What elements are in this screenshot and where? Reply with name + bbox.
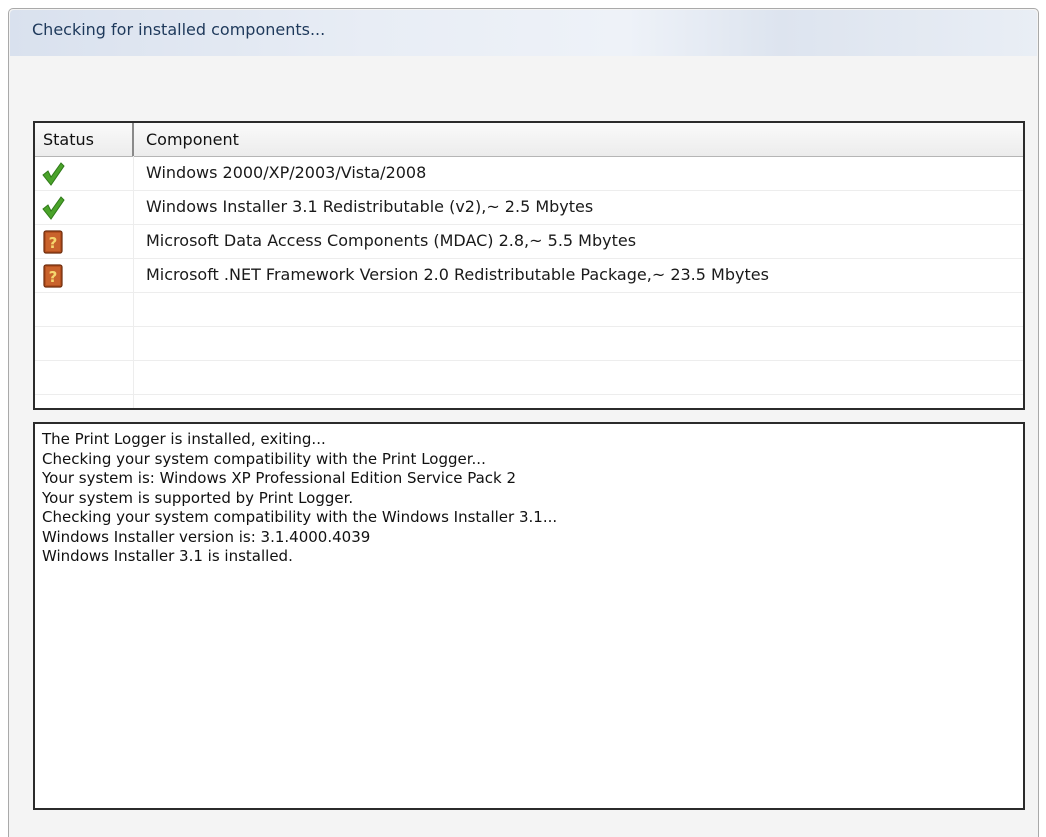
log-line: Your system is supported by Print Logger… — [42, 488, 354, 507]
table-header: Status Component — [35, 123, 1023, 157]
column-header-status[interactable]: Status — [35, 123, 134, 156]
question-book-icon: ? — [43, 264, 63, 288]
status-cell: ? — [35, 224, 134, 258]
log-line: The Print Logger is installed, exiting..… — [42, 430, 326, 448]
log-line: Windows Installer version is: 3.1.4000.4… — [42, 527, 371, 546]
title-bar: Checking for installed components... — [10, 10, 1037, 56]
installer-window: Checking for installed components... Sta… — [8, 8, 1039, 837]
svg-text:?: ? — [49, 234, 58, 252]
empty-table-row — [35, 326, 1023, 361]
log-line: Checking your system compatibility with … — [42, 449, 486, 468]
window-title: Checking for installed components... — [32, 20, 326, 39]
status-cell — [35, 156, 134, 190]
status-cell — [35, 326, 134, 360]
checkmark-icon — [42, 196, 65, 220]
empty-table-row — [35, 292, 1023, 327]
components-table[interactable]: Status Component Windows 2000/XP/2003/Vi… — [33, 121, 1025, 410]
log-line: Your system is: Windows XP Professional … — [42, 469, 517, 487]
component-name: Microsoft .NET Framework Version 2.0 Red… — [146, 265, 769, 284]
table-row[interactable]: Windows 2000/XP/2003/Vista/2008 — [35, 156, 1023, 191]
log-lines: The Print Logger is installed, exiting..… — [42, 430, 557, 567]
log-textarea[interactable]: The Print Logger is installed, exiting..… — [33, 422, 1025, 810]
question-book-icon: ? — [43, 230, 63, 254]
log-line: Windows Installer 3.1 is installed. — [42, 547, 293, 565]
component-name: Microsoft Data Access Components (MDAC) … — [146, 231, 637, 250]
status-cell — [35, 190, 134, 224]
component-name: Windows Installer 3.1 Redistributable (v… — [146, 197, 594, 216]
log-line: Checking your system compatibility with … — [42, 508, 558, 526]
checkmark-icon — [42, 162, 65, 186]
table-row[interactable]: ? Microsoft Data Access Components (MDAC… — [35, 224, 1023, 259]
table-row[interactable]: ? Microsoft .NET Framework Version 2.0 R… — [35, 258, 1023, 293]
empty-table-row — [35, 394, 1023, 408]
status-cell: ? — [35, 258, 134, 292]
component-name: Windows 2000/XP/2003/Vista/2008 — [146, 163, 427, 182]
status-cell — [35, 360, 134, 394]
status-cell — [35, 394, 134, 408]
empty-table-row — [35, 360, 1023, 395]
table-row[interactable]: Windows Installer 3.1 Redistributable (v… — [35, 190, 1023, 225]
column-header-component[interactable]: Component — [134, 123, 1023, 156]
svg-text:?: ? — [49, 268, 58, 286]
status-cell — [35, 292, 134, 326]
